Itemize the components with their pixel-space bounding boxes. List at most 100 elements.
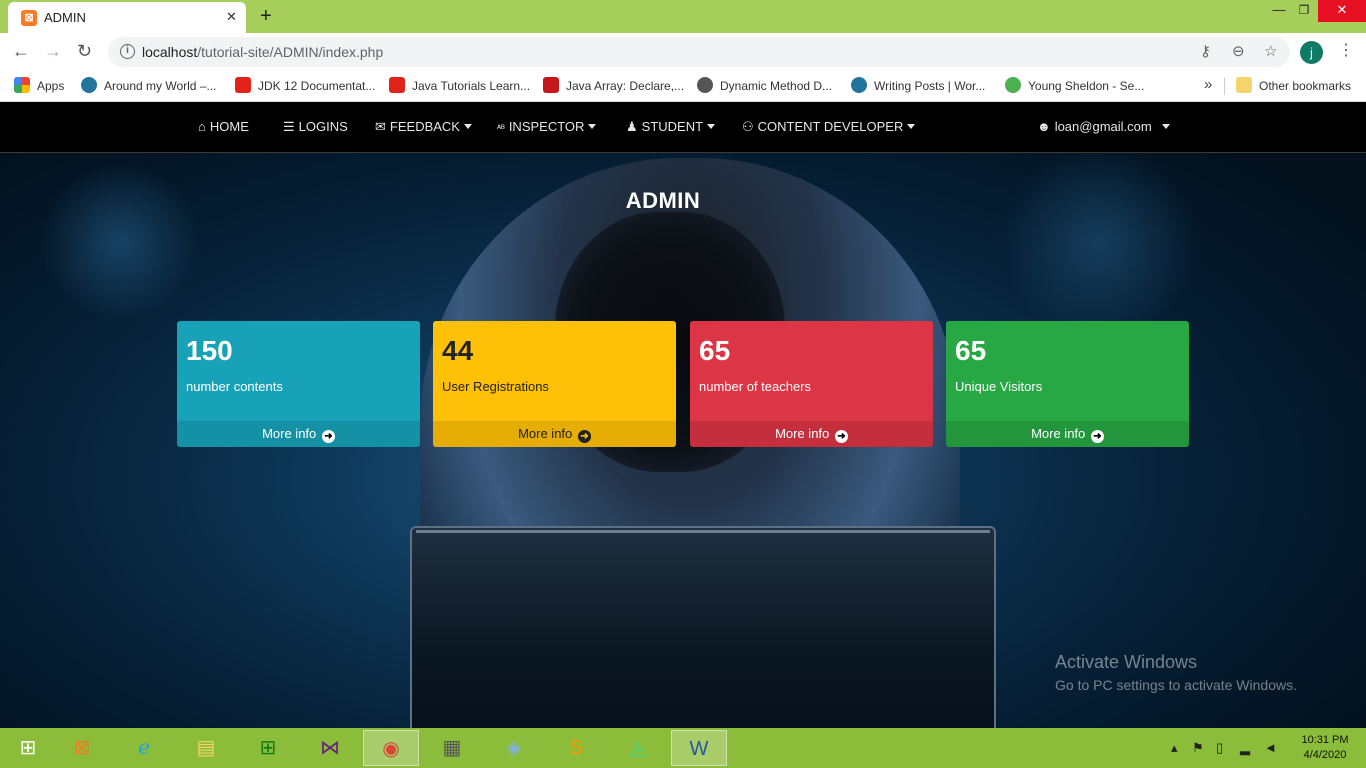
menu-dots-icon[interactable]: ⋮ xyxy=(1338,41,1354,61)
activate-windows-watermark: Activate Windows Go to PC settings to ac… xyxy=(1055,652,1297,693)
more-info-link[interactable]: More info ➜ xyxy=(690,421,933,447)
caret-down-icon xyxy=(588,124,597,129)
caret-down-icon xyxy=(463,124,472,129)
nav-label: FEEDBACK xyxy=(389,119,460,134)
clock[interactable]: 10:31 PM 4/4/2020 xyxy=(1295,733,1355,763)
new-tab-button[interactable]: + xyxy=(260,5,272,27)
watermark-title: Activate Windows xyxy=(1055,652,1198,672)
file-explorer-icon[interactable]: ▤ xyxy=(178,730,234,766)
omnibox[interactable]: i localhost/tutorial-site/ADMIN/index.ph… xyxy=(108,37,1290,67)
nav-home[interactable]: ⌂ HOME xyxy=(198,119,249,137)
nav-user-menu[interactable]: ☻ loan@gmail.com xyxy=(1037,119,1170,137)
caret-down-icon xyxy=(1161,124,1170,129)
profile-avatar[interactable]: j xyxy=(1300,41,1323,64)
url-text[interactable]: localhost/tutorial-site/ADMIN/index.php xyxy=(142,44,383,60)
site-icon xyxy=(543,77,559,93)
tab-title: ADMIN xyxy=(44,10,86,25)
more-info-link[interactable]: More info ➜ xyxy=(946,421,1189,447)
windows-start-icon[interactable]: ⊞ xyxy=(0,730,56,766)
background-glow xyxy=(1000,142,1200,342)
star-icon[interactable]: ☆ xyxy=(1264,42,1277,60)
android-studio-icon[interactable]: ◬ xyxy=(610,730,666,766)
bookmark-label: Writing Posts | Wor... xyxy=(874,79,986,93)
back-arrow-icon[interactable]: ← xyxy=(12,41,30,61)
reload-icon[interactable]: ↻ xyxy=(77,41,92,61)
more-info-label: More info xyxy=(1031,426,1086,441)
oracle-icon xyxy=(235,77,251,93)
page-body: ⌂ HOME ☰ LOGINS ✉ FEEDBACK ᴬᴮ INSPECTOR ♟ STU… xyxy=(0,102,1366,728)
maximize-button[interactable]: ❐ xyxy=(1293,0,1315,22)
bookmark-label: Around my World –... xyxy=(104,79,217,93)
bookmarks-overflow-icon[interactable]: » xyxy=(1204,76,1212,93)
wall-app-icon[interactable]: ▦ xyxy=(424,730,480,766)
flag-icon[interactable]: ⚑ xyxy=(1192,740,1204,756)
nav-label: STUDENT xyxy=(641,119,704,134)
xampp-icon: ⊠ xyxy=(21,10,37,26)
zoom-icon[interactable]: ⊖ xyxy=(1232,42,1245,60)
battery-icon[interactable]: ▯ xyxy=(1216,740,1223,756)
address-bar-row: ← → ↻ i localhost/tutorial-site/ADMIN/in… xyxy=(0,33,1366,71)
store-icon[interactable]: ⊞ xyxy=(240,730,296,766)
chalkboard-icon: ⚇ xyxy=(742,119,754,134)
word-icon[interactable]: W xyxy=(671,730,727,766)
arrow-circle-right-icon: ➜ xyxy=(321,430,335,443)
xampp-taskbar-icon[interactable]: ⊠ xyxy=(54,730,110,766)
other-bookmarks[interactable]: Other bookmarks xyxy=(1236,77,1351,95)
tab-close-icon[interactable]: ✕ xyxy=(226,9,237,25)
volume-icon[interactable]: ◄ xyxy=(1264,740,1277,755)
bookmark-apps[interactable]: Apps xyxy=(14,77,64,95)
bookmarks-bar: Apps Around my World –... JDK 12 Documen… xyxy=(0,71,1366,102)
network-icon[interactable]: ▂ xyxy=(1240,740,1250,756)
tray-expand-icon[interactable]: ▴ xyxy=(1171,740,1178,756)
bookmark-java-array[interactable]: Java Array: Declare,... xyxy=(543,77,684,95)
bookmark-java-tutorials[interactable]: Java Tutorials Learn... xyxy=(389,77,530,95)
stat-value: 150 xyxy=(186,335,233,366)
forward-arrow-icon[interactable]: → xyxy=(44,41,62,61)
info-icon[interactable]: i xyxy=(120,44,135,59)
nav-feedback[interactable]: ✉ FEEDBACK xyxy=(375,119,472,137)
stat-label: Unique Visitors xyxy=(955,379,1043,394)
close-window-button[interactable]: ✕ xyxy=(1318,0,1366,22)
chrome-icon[interactable]: ◉ xyxy=(363,730,419,766)
feedback-icon: ✉ xyxy=(375,119,386,134)
sublime-text-icon[interactable]: S xyxy=(548,730,604,766)
stat-label: User Registrations xyxy=(442,379,549,394)
more-info-link[interactable]: More info ➜ xyxy=(177,421,420,447)
oracle-icon xyxy=(389,77,405,93)
user-graduate-icon: ♟ xyxy=(626,119,638,134)
nav-inspector[interactable]: ᴬᴮ INSPECTOR xyxy=(497,119,597,137)
url-path: /tutorial-site/ADMIN/index.php xyxy=(197,44,384,60)
bookmark-label: Java Array: Declare,... xyxy=(566,79,685,93)
stat-card-registrations: 44 User Registrations More info ➜ xyxy=(433,321,676,447)
browser-tab[interactable]: ⊠ ADMIN ✕ xyxy=(8,2,246,33)
stat-card-visitors: 65 Unique Visitors More info ➜ xyxy=(946,321,1189,447)
bookmark-writing-posts[interactable]: Writing Posts | Wor... xyxy=(851,77,985,95)
nav-content-developer[interactable]: ⚇ CONTENT DEVELOPER xyxy=(742,119,916,137)
play-icon xyxy=(1005,77,1021,93)
server-icon: ☰ xyxy=(283,119,295,134)
user-email: loan@gmail.com xyxy=(1054,119,1152,134)
more-info-label: More info xyxy=(262,426,317,441)
nav-student[interactable]: ♟ STUDENT xyxy=(626,119,716,137)
bookmark-jdk12[interactable]: JDK 12 Documentat... xyxy=(235,77,375,95)
bookmark-around-my-world[interactable]: Around my World –... xyxy=(81,77,217,95)
key-icon[interactable]: ⚷ xyxy=(1200,42,1211,60)
nav-logins[interactable]: ☰ LOGINS xyxy=(283,119,348,137)
minimize-button[interactable]: — xyxy=(1268,0,1290,22)
users-icon: ☻ xyxy=(1037,119,1051,134)
more-info-label: More info xyxy=(518,426,573,441)
internet-explorer-icon[interactable]: ℯ xyxy=(116,730,172,766)
bookmark-young-sheldon[interactable]: Young Sheldon - Se... xyxy=(1005,77,1144,95)
visual-studio-icon[interactable]: ⋈ xyxy=(302,730,358,766)
arrow-circle-right-icon: ➜ xyxy=(834,430,848,443)
page-title: ADMIN xyxy=(625,188,701,213)
bookmark-dynamic-method[interactable]: Dynamic Method D... xyxy=(697,77,832,95)
nav-label: LOGINS xyxy=(298,119,348,134)
more-info-link[interactable]: More info ➜ xyxy=(433,421,676,447)
stat-label: number contents xyxy=(186,379,283,394)
stat-label: number of teachers xyxy=(699,379,812,394)
nav-label: HOME xyxy=(209,119,249,134)
photos-app-icon[interactable]: ◈ xyxy=(486,730,542,766)
bookmark-label: Young Sheldon - Se... xyxy=(1028,79,1145,93)
caret-down-icon xyxy=(707,124,716,129)
